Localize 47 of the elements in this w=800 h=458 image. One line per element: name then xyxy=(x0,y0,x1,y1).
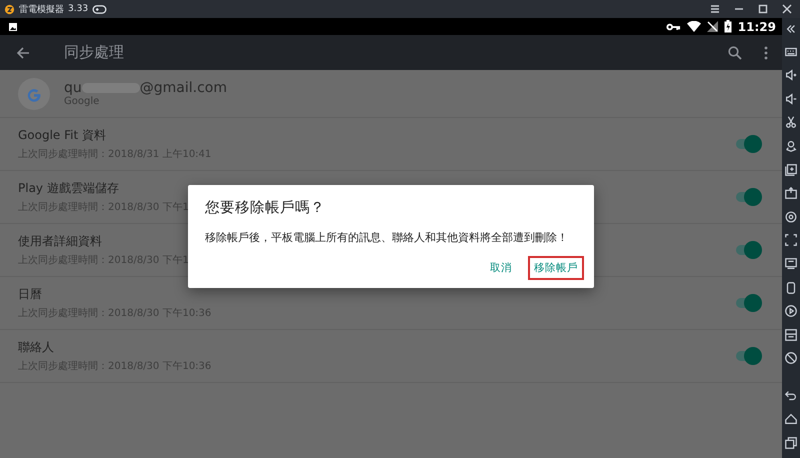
sync-toggle[interactable] xyxy=(734,188,762,206)
google-logo-icon xyxy=(18,78,50,110)
back-arrow-icon[interactable] xyxy=(16,46,30,60)
volume-up-icon[interactable] xyxy=(784,68,798,82)
recents-icon[interactable] xyxy=(784,436,798,450)
key-icon xyxy=(666,22,681,30)
app-name: 雷電模擬器 xyxy=(19,4,64,16)
sync-toggle[interactable] xyxy=(734,347,762,365)
no-signal-icon xyxy=(706,21,718,32)
clock-time: 11:29 xyxy=(738,20,776,34)
wifi-icon xyxy=(686,21,701,32)
email-end: @gmail.com xyxy=(140,80,227,96)
volume-down-icon[interactable] xyxy=(784,92,798,106)
settings-icon[interactable] xyxy=(784,210,798,224)
add-window-icon[interactable] xyxy=(784,162,798,177)
sync-toggle[interactable] xyxy=(734,294,762,312)
search-icon[interactable] xyxy=(728,46,742,60)
dialog-title: 您要移除帳戶嗎？ xyxy=(205,199,325,217)
play-circle-icon[interactable] xyxy=(784,304,798,318)
monitor-icon[interactable] xyxy=(784,256,798,271)
back-icon[interactable] xyxy=(784,388,798,403)
home-icon[interactable] xyxy=(784,412,798,426)
gamepad-icon[interactable] xyxy=(92,4,108,14)
more-options-icon[interactable] xyxy=(764,46,768,60)
dialog-button[interactable]: 取消 xyxy=(484,256,518,280)
screen-title: 同步處理 xyxy=(64,43,125,62)
menu-icon[interactable] xyxy=(710,4,720,14)
version-text: 3.33 xyxy=(68,4,88,14)
collapse-icon[interactable] xyxy=(785,23,797,35)
fullscreen-icon[interactable] xyxy=(784,233,798,248)
item-name: 使用者詳細資料 xyxy=(18,233,102,250)
scissors-icon[interactable] xyxy=(784,115,798,130)
email-start: qu xyxy=(64,80,82,96)
app-logo-icon xyxy=(4,4,15,14)
sync-toggle[interactable] xyxy=(734,241,762,259)
close-icon[interactable] xyxy=(782,4,792,14)
dialog-message: 移除帳戶後，平板電腦上所有的訊息、聯絡人和其他資料將全部遭到刪除！ xyxy=(205,230,569,246)
sync-toggle[interactable] xyxy=(734,135,762,153)
item-name: Play 遊戲雲端儲存 xyxy=(18,180,119,197)
item-name: 日曆 xyxy=(18,286,42,303)
dialog-button[interactable]: 移除帳戶 xyxy=(528,256,584,280)
item-name: 聯絡人 xyxy=(18,339,54,356)
upload-box-icon[interactable] xyxy=(784,186,798,200)
image-icon xyxy=(8,22,18,32)
item-name: Google Fit 資料 xyxy=(18,127,106,144)
maximize-icon[interactable] xyxy=(758,4,768,14)
layout-icon[interactable] xyxy=(784,328,798,342)
